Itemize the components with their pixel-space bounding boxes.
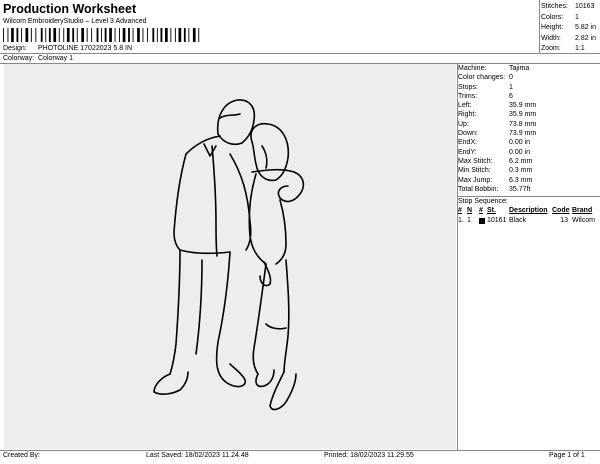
info-value: 0 [509, 74, 513, 82]
footer-divider [0, 450, 600, 451]
info-label: EndY: [458, 148, 477, 156]
info-value: 35.9 mm [509, 102, 537, 110]
col-num: # [458, 207, 462, 214]
info-row: Trims: 6 [458, 92, 600, 101]
stats-box: Stitches: 10163 Colors: 1 Height: 5.82 in W… [541, 2, 599, 55]
info-value: 6.2 mm [509, 157, 533, 165]
stat-value: 1 [575, 13, 579, 21]
info-value: 0.00 in [509, 139, 531, 147]
stop-sequence-header: # N # St. Description Code Brand [458, 206, 600, 216]
info-row: Max Stitch: 6.2 mm [458, 157, 600, 166]
info-label: EndX: [458, 139, 478, 147]
row-stitches: 10161 [487, 217, 507, 224]
thread-color-swatch [479, 216, 487, 226]
info-row: Stops: 1 [458, 83, 600, 92]
info-row: Right: 35.9 mm [458, 110, 600, 119]
info-label: Machine: [458, 65, 487, 72]
info-row: Total Bobbin: 35.77ft [458, 185, 600, 194]
info-label: Max Stitch: [458, 157, 493, 165]
page-title: Production Worksheet [3, 2, 137, 16]
row-brand: Wilcom [572, 217, 595, 224]
info-row: EndY: 0.00 in [458, 148, 600, 157]
col-brand: Brand [572, 207, 593, 214]
stop-sequence-title: Stop Sequence: [458, 198, 508, 205]
colorway-label: Colorway: [3, 55, 35, 62]
row-description: Black [509, 217, 527, 224]
printed-date: Printed: 18/02/2023 11.29.55 [324, 452, 414, 459]
embroidery-design-figure [153, 99, 305, 411]
info-value: Tajima [509, 65, 530, 72]
info-row: Color changes: 0 [458, 73, 600, 82]
stat-row: Colors: 1 [541, 13, 599, 24]
info-label: Min Stitch: [458, 167, 491, 175]
stat-row: Height: 5.82 in [541, 23, 599, 34]
info-row: Min Stitch: 0.3 mm [458, 166, 600, 175]
col-code: Code [552, 207, 570, 214]
row-num: 1. [458, 217, 464, 224]
header-divider [0, 53, 600, 54]
info-value: 6 [509, 92, 513, 100]
design-label: Design: [3, 45, 27, 52]
info-value: 73.9 mm [509, 130, 537, 138]
stat-label: Stitches: [541, 3, 568, 10]
stat-label: Height: [541, 24, 564, 32]
col-color: # [479, 207, 483, 214]
stat-value: 5.82 in [575, 24, 597, 32]
barcode [3, 28, 200, 42]
info-value: 35.9 mm [509, 111, 537, 119]
info-value: 1 [509, 83, 513, 91]
design-value: PHOTOLINE 17022023 5.8 IN [38, 45, 133, 52]
info-row: Machine: Tajima [458, 64, 600, 73]
info-label: Left: [458, 102, 472, 110]
stat-label: Colors: [541, 13, 564, 21]
page-number: Page 1 of 1 [549, 452, 585, 459]
software-subtitle: Wilcom EmbroideryStudio – Level 3 Advanc… [3, 18, 147, 25]
info-value: 0.00 in [509, 148, 531, 156]
stat-value: 10163 [575, 3, 595, 10]
stop-sequence-divider [457, 196, 600, 197]
info-label: Color changes: [458, 74, 506, 82]
info-value: 35.77ft [509, 185, 531, 193]
row-code: 13 [560, 217, 568, 224]
stat-row: Stitches: 10163 [541, 2, 599, 13]
info-row: Up: 73.8 mm [458, 120, 600, 129]
stop-sequence-table: Stop Sequence: # N # St. Description Cod… [458, 198, 600, 226]
row-n: 1 [467, 217, 471, 224]
col-stitches: St. [487, 207, 496, 214]
col-n: N [467, 207, 473, 214]
colorway-value: Colorway 1 [38, 55, 74, 62]
col-description: Description [509, 207, 548, 214]
machine-info-panel: Machine: Tajima Color changes: 0 Stops: 1 T… [458, 64, 600, 194]
info-row: Down: 73.9 mm [458, 129, 600, 138]
info-value: 0.3 mm [509, 167, 533, 175]
stat-value: 2.82 in [575, 34, 597, 42]
info-label: Stops: [458, 83, 478, 91]
info-label: Up: [458, 120, 469, 128]
info-row: Left: 35.9 mm [458, 101, 600, 110]
info-row: Max Jump: 6.3 mm [458, 176, 600, 185]
info-label: Max Jump: [458, 176, 493, 184]
info-value: 73.8 mm [509, 120, 537, 128]
design-canvas [4, 64, 456, 449]
info-label: Down: [458, 130, 478, 138]
stat-label: Width: [541, 34, 561, 42]
table-row: 1. 1 10161 Black 13 Wilcom [458, 216, 600, 226]
stat-row: Width: 2.82 in [541, 34, 599, 45]
info-label: Right: [458, 111, 477, 119]
stats-divider [539, 0, 540, 54]
info-label: Total Bobbin: [458, 185, 499, 193]
created-by: Created By: [3, 452, 40, 459]
info-value: 6.3 mm [509, 176, 533, 184]
info-label: Trims: [458, 92, 478, 100]
info-row: EndX: 0.00 in [458, 138, 600, 147]
last-saved: Last Saved: 18/02/2023 11.24.48 [146, 452, 249, 459]
